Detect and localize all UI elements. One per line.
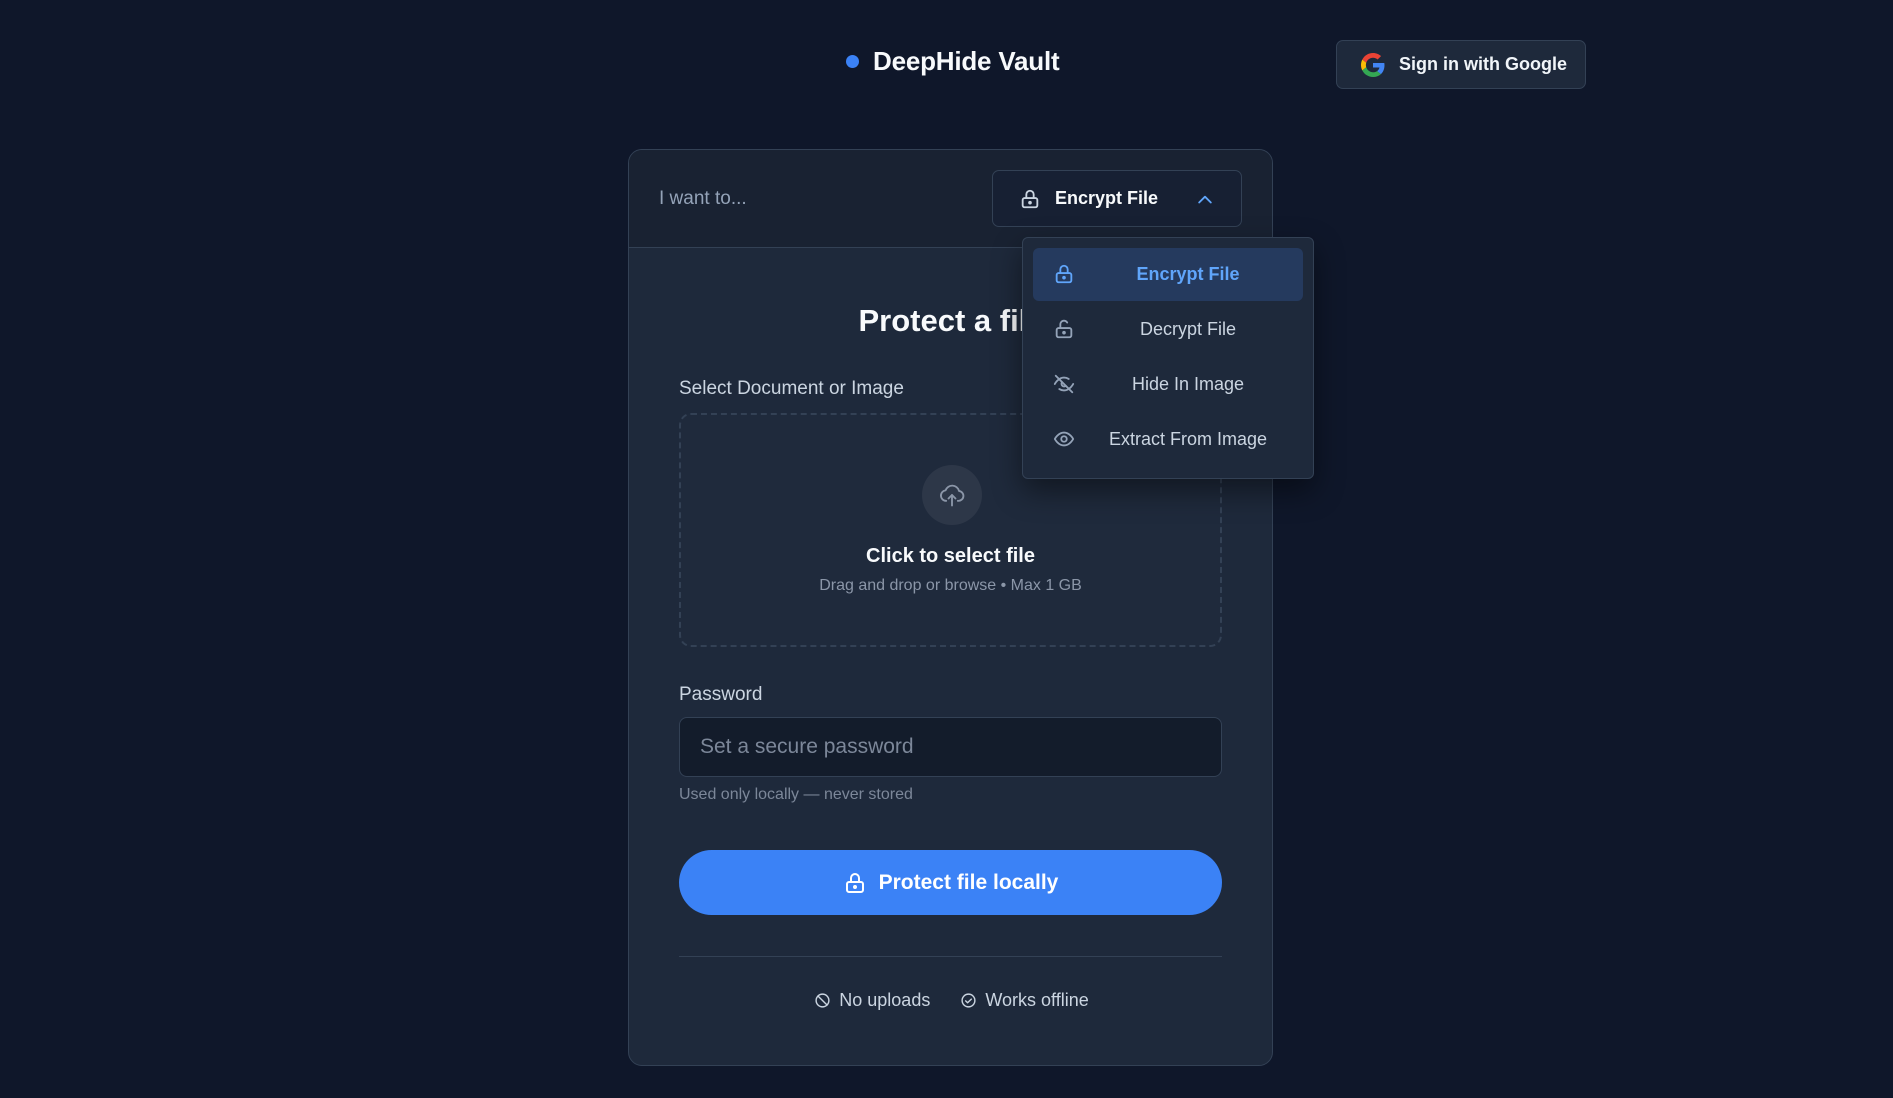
dropdown-item-label: Hide In Image — [1131, 374, 1245, 394]
drop-zone-title: Click to select file — [866, 545, 1035, 567]
google-signin-label: Sign in with Google — [1399, 54, 1567, 74]
upload-circle — [922, 465, 982, 525]
lock-icon — [1021, 189, 1039, 208]
brand: DeepHide Vault — [846, 46, 1060, 77]
badge-label: No uploads — [839, 990, 931, 1010]
mode-dropdown-menu: Encrypt File Decrypt File Hide In Image … — [1022, 237, 1314, 479]
app-name: DeepHide Vault — [873, 46, 1060, 76]
google-icon — [1361, 52, 1385, 77]
dropdown-item-encrypt-file[interactable]: Encrypt File — [1033, 248, 1303, 301]
protect-file-label: Protect file locally — [878, 870, 1059, 894]
password-label: Password — [679, 684, 763, 705]
dropdown-item-extract-from-image[interactable]: Extract From Image — [1033, 413, 1303, 466]
drop-zone-subtitle: Drag and drop or browse • Max 1 GB — [819, 577, 1082, 594]
mode-prompt: I want to... — [659, 188, 747, 209]
protect-file-button[interactable]: Protect file locally — [679, 850, 1222, 915]
selected-mode-label: Encrypt File — [1055, 188, 1159, 208]
eye-off-icon — [1053, 374, 1075, 394]
file-field-label: Select Document or Image — [679, 378, 904, 399]
badge-label: Works offline — [985, 990, 1089, 1010]
unlock-icon — [1055, 319, 1073, 339]
page: DeepHide Vault Sign in with Google I wan… — [0, 0, 1893, 1098]
check-circle-icon — [961, 993, 976, 1008]
cloud-upload-icon — [940, 484, 965, 507]
card-header: I want to... Encrypt File — [629, 150, 1272, 248]
badge-works-offline: Works offline — [960, 990, 1089, 1011]
dropdown-item-hide-in-image[interactable]: Hide In Image — [1033, 358, 1303, 411]
dropdown-item-decrypt-file[interactable]: Decrypt File — [1033, 303, 1303, 356]
lock-icon — [1055, 264, 1073, 284]
password-input[interactable] — [679, 717, 1222, 777]
lock-icon — [845, 872, 864, 893]
feature-badges: No uploads Works offline — [629, 990, 1272, 1011]
mode-select[interactable]: Encrypt File — [992, 170, 1242, 227]
divider — [679, 956, 1222, 957]
brand-dot-icon — [846, 55, 859, 68]
password-hint: Used only locally — never stored — [679, 786, 913, 803]
eye-icon — [1053, 431, 1075, 447]
dropdown-item-label: Encrypt File — [1136, 264, 1240, 284]
badge-no-uploads: No uploads — [814, 990, 930, 1011]
google-signin-button[interactable]: Sign in with Google — [1336, 40, 1586, 89]
chevron-up-icon — [1198, 195, 1212, 204]
ban-icon — [815, 993, 830, 1008]
dropdown-item-label: Extract From Image — [1108, 429, 1268, 449]
dropdown-item-label: Decrypt File — [1139, 319, 1237, 339]
